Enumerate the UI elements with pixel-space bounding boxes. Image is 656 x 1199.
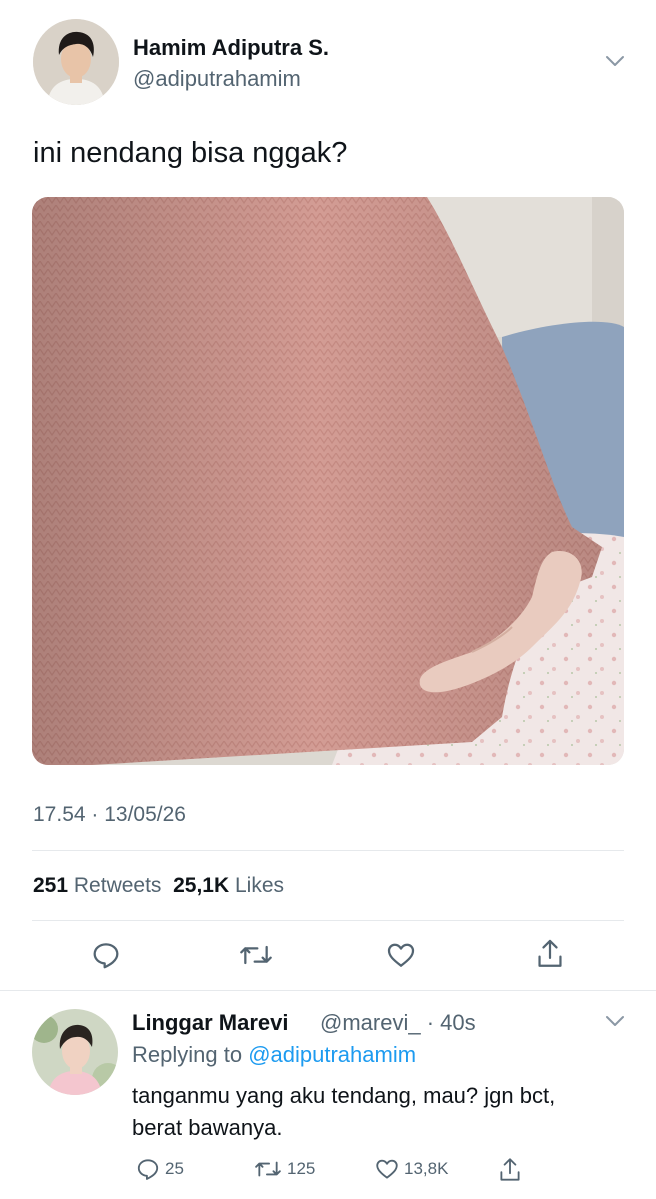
likes-count: 25,1K [173, 874, 230, 897]
reply-retweet-count: 125 [287, 1159, 316, 1178]
reply-text: tanganmu yang aku tendang, mau? jgn bct,… [132, 1083, 556, 1140]
chevron-down-icon[interactable] [604, 54, 626, 73]
retweets-label: Retweets [73, 874, 162, 897]
tweet-timestamp[interactable]: 17.54 · 13/05/26 [33, 803, 186, 827]
reply-comment-button[interactable]: 25 [135, 1156, 184, 1182]
heart-icon[interactable] [385, 939, 417, 976]
heart-icon [374, 1156, 400, 1182]
reply-author-name[interactable]: Linggar Marevi [132, 1010, 288, 1036]
comment-icon [135, 1156, 161, 1182]
likes-label: Likes [235, 874, 285, 897]
tweet-text: ini nendang bisa nggak? [33, 137, 348, 169]
tweet-stats: 251 Retweets 25,1K Likes [33, 874, 284, 898]
replying-to: Replying to @adiputrahamim [132, 1042, 416, 1068]
retweets-count: 251 [33, 874, 69, 897]
divider [32, 850, 624, 851]
reply-retweet-button[interactable]: 125 [253, 1156, 315, 1182]
reply-share-button[interactable] [497, 1156, 523, 1184]
tweet-photo[interactable] [32, 197, 624, 765]
retweet-icon[interactable] [238, 939, 274, 976]
author-avatar[interactable] [33, 19, 119, 105]
reply-like-button[interactable]: 13,8K [374, 1156, 448, 1182]
reply-author-avatar[interactable] [32, 1009, 118, 1095]
likes-stat[interactable]: 25,1K Likes [173, 874, 284, 897]
chevron-down-icon[interactable] [604, 1014, 626, 1033]
share-icon[interactable] [534, 937, 566, 976]
author-handle[interactable]: @adiputrahamim [133, 66, 301, 92]
divider [32, 920, 624, 921]
reply-comment-count: 25 [165, 1159, 184, 1178]
share-icon [497, 1156, 523, 1184]
reply-author-handle[interactable]: @marevi_ · 40s [320, 1010, 476, 1036]
author-name[interactable]: Hamim Adiputra S. [133, 35, 329, 61]
retweets-stat[interactable]: 251 Retweets [33, 874, 161, 897]
replying-prefix: Replying to [132, 1042, 243, 1067]
divider [0, 990, 656, 991]
comment-icon[interactable] [90, 939, 122, 976]
reply-like-count: 13,8K [404, 1159, 449, 1178]
replying-to-link[interactable]: @adiputrahamim [248, 1042, 416, 1067]
retweet-icon [253, 1156, 283, 1182]
